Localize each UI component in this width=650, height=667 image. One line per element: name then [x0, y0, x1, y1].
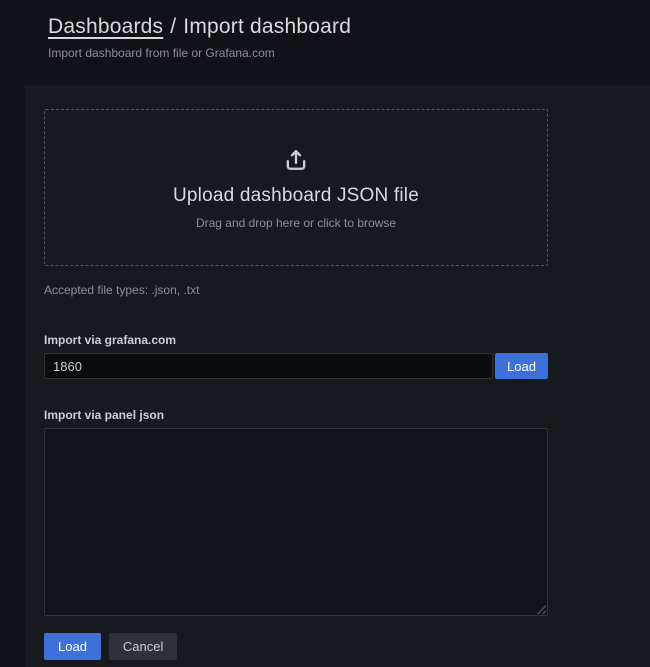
panel-json-textarea[interactable] — [44, 428, 548, 616]
page-title: Import dashboard — [183, 15, 351, 38]
import-form: Upload dashboard JSON file Drag and drop… — [44, 109, 548, 660]
panel-json-textarea-wrap — [44, 428, 548, 616]
page-header: Dashboards / Import dashboard Import dashb… — [0, 0, 650, 85]
import-via-panel-json-section: Import via panel json — [44, 408, 548, 616]
content-panel: Upload dashboard JSON file Drag and drop… — [25, 85, 650, 667]
panel-json-label: Import via panel json — [44, 408, 548, 422]
grafana-com-load-button[interactable]: Load — [495, 353, 548, 379]
breadcrumb: Dashboards / Import dashboard — [48, 15, 650, 39]
cancel-button[interactable]: Cancel — [109, 633, 177, 660]
load-button[interactable]: Load — [44, 633, 101, 660]
page-subtitle: Import dashboard from file or Grafana.co… — [48, 46, 650, 60]
grafana-com-label: Import via grafana.com — [44, 333, 548, 347]
dropzone-title: Upload dashboard JSON file — [173, 185, 419, 207]
form-actions: Load Cancel — [44, 633, 548, 660]
grafana-com-id-input[interactable] — [44, 353, 493, 379]
dropzone-hint: Drag and drop here or click to browse — [196, 216, 396, 230]
upload-dropzone[interactable]: Upload dashboard JSON file Drag and drop… — [44, 109, 548, 266]
breadcrumb-dashboards-link[interactable]: Dashboards — [48, 15, 163, 38]
import-via-grafana-section: Import via grafana.com Load — [44, 333, 548, 379]
breadcrumb-separator: / — [170, 15, 176, 38]
upload-icon — [282, 146, 310, 179]
grafana-com-row: Load — [44, 353, 548, 379]
accepted-file-types: Accepted file types: .json, .txt — [44, 283, 548, 297]
